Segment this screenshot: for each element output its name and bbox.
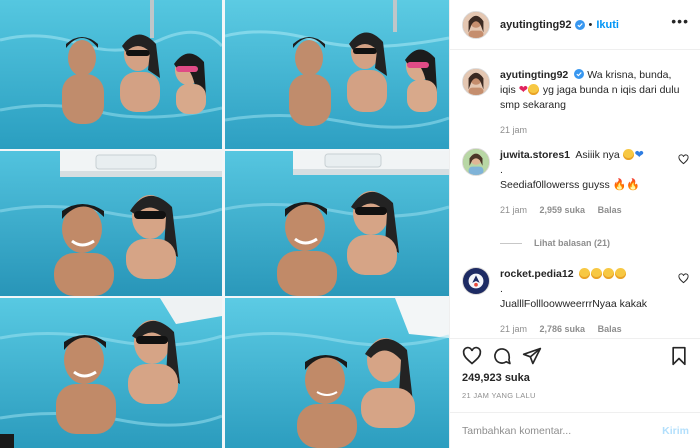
comment-line1: Asiiik nya [575,149,620,161]
comment-input[interactable] [462,424,663,437]
author-avatar[interactable] [462,10,490,39]
collage-photo-1 [0,0,222,149]
comment-row: juwita.stores1 Asiiik nya ❤ . Seediaf0ll… [462,148,690,218]
comment-text: rocket.pedia12 . JualllFollloowweerrrNya… [500,267,690,337]
heart-eyes-face-icon [615,268,627,279]
view-replies-label: Lihat balasan (21) [534,238,611,248]
follow-button[interactable]: Ikuti [596,19,619,31]
caption-meta: 21 jam [500,123,690,138]
likes-count[interactable]: 249,923 suka [462,372,530,384]
heart-eyes-face-icon [622,149,634,160]
comment-line3: Seediaf0llowerss guyss [500,179,610,191]
comment-bubble-icon[interactable] [492,346,512,366]
comment-line2: . [500,283,503,295]
verified-badge-icon [574,19,585,30]
replies-line [500,242,522,244]
collage-photo-5 [0,298,222,448]
caption-row: ayutingting92 Wa krisna, bunda, iqis ❤ y… [462,68,690,138]
fire-icon: 🔥 [626,179,641,191]
reply-button[interactable]: Balas [598,324,622,334]
collage-photo-6 [225,298,449,448]
blue-heart-icon: ❤ [634,149,644,161]
comment-age: 21 jam [500,324,528,334]
add-comment-bar: Kirim [450,412,700,448]
comment-age: 21 jam [500,205,528,215]
verified-badge-icon [574,69,585,79]
comment-text: juwita.stores1 Asiiik nya ❤ . Seediaf0ll… [500,148,690,218]
comment-line3: JualllFollloowweerrrNyaa kakak [500,298,648,310]
red-heart-icon: ❤ [518,84,528,96]
paper-plane-icon[interactable] [522,346,542,366]
comment-username[interactable]: rocket.pedia12 [500,268,574,280]
bookmark-icon[interactable] [669,346,689,366]
collage-photo-2 [225,0,449,149]
comment-like-heart-icon[interactable] [678,154,689,165]
caption-avatar[interactable] [462,68,490,96]
caption-age: 21 jam [500,125,528,135]
author-username[interactable]: ayutingting92 [500,19,572,31]
comment-meta: 21 jam 2,959 suka Balas [500,203,690,218]
caption-username[interactable]: ayutingting92 [500,69,568,81]
post-comment-button[interactable]: Kirim [662,425,689,437]
reply-button[interactable]: Balas [598,205,622,215]
post-timestamp[interactable]: 21 JAM YANG LALU [462,391,536,400]
comment-like-heart-icon[interactable] [678,273,689,284]
photo-corner-shadow [0,434,14,448]
caption-text: ayutingting92 Wa krisna, bunda, iqis ❤ y… [500,68,690,138]
comment-username[interactable]: juwita.stores1 [500,149,570,161]
more-options-icon[interactable]: ••• [671,14,689,28]
comment-like-count[interactable]: 2,959 suka [540,205,586,215]
instagram-post: ayutingting92 • Ikuti ••• ayutingting92 … [0,0,700,448]
collage-photo-4 [225,151,449,296]
comment-line2: . [500,164,503,176]
header-separator: • [588,18,593,31]
heart-eyes-face-icon [527,84,539,95]
comment-meta: 21 jam 2,786 suka Balas [500,322,690,337]
actions-divider [450,338,700,339]
comments-list[interactable]: ayutingting92 Wa krisna, bunda, iqis ❤ y… [450,50,700,338]
post-header: ayutingting92 • Ikuti ••• [450,0,700,50]
post-photo-collage[interactable] [0,0,449,448]
comment-row: rocket.pedia12 . JualllFollloowweerrrNya… [462,267,690,337]
fire-icon: 🔥 [612,179,627,191]
heart-outline-icon[interactable] [462,346,482,366]
view-replies-link[interactable]: Lihat balasan (21) [500,238,610,248]
commenter-avatar[interactable] [462,267,490,295]
post-actions-bar [450,344,700,370]
collage-photo-3 [0,151,222,296]
commenter-avatar[interactable] [462,148,490,176]
heart-eyes-face-icon [591,268,603,279]
comment-like-count[interactable]: 2,786 suka [540,324,586,334]
post-side-panel: ayutingting92 • Ikuti ••• ayutingting92 … [449,0,700,448]
heart-eyes-face-icon [603,268,615,279]
heart-eyes-face-icon [579,268,591,279]
